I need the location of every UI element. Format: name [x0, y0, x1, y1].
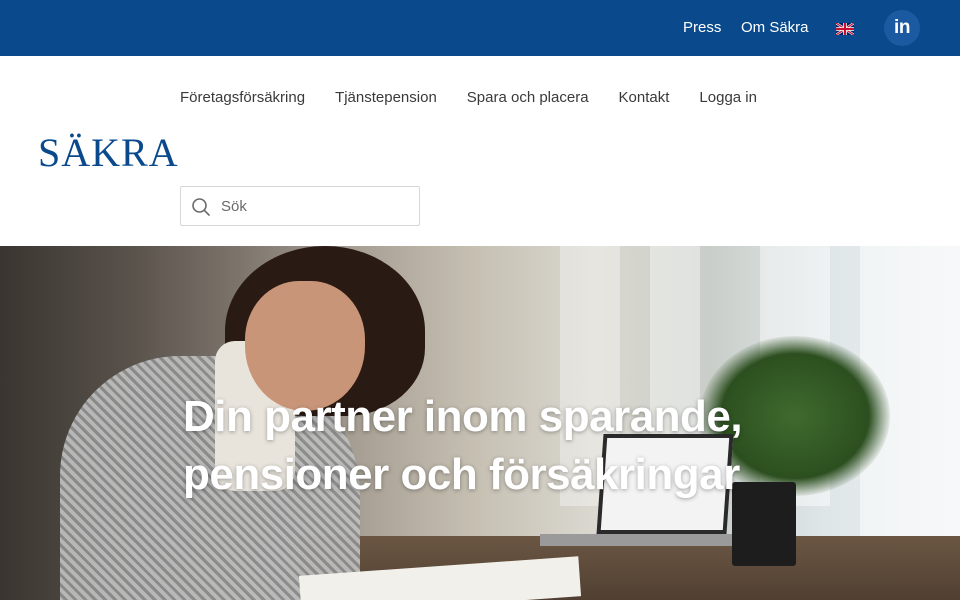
hero-banner: Din partner inom sparande, pensioner och…	[0, 246, 960, 600]
search-box[interactable]	[180, 186, 420, 226]
hero-headline: Din partner inom sparande, pensioner och…	[183, 388, 883, 504]
linkedin-icon: in	[894, 17, 910, 38]
site-header: Företagsförsäkring Tjänstepension Spara …	[0, 56, 960, 246]
om-sakra-link[interactable]: Om Säkra	[741, 18, 809, 38]
main-navigation: Företagsförsäkring Tjänstepension Spara …	[180, 88, 787, 108]
hero-headline-line-1: Din partner inom sparande,	[183, 392, 743, 441]
search-icon	[192, 198, 210, 216]
nav-item-foretagsforsakring[interactable]: Företagsförsäkring	[180, 88, 305, 108]
uk-flag-icon[interactable]	[835, 22, 855, 36]
linkedin-button[interactable]: in	[884, 10, 920, 46]
press-link[interactable]: Press	[683, 18, 721, 38]
hero-laptop-base	[540, 534, 740, 546]
top-utility-bar: Press Om Säkra in	[0, 0, 960, 56]
nav-item-logga-in[interactable]: Logga in	[699, 88, 757, 108]
nav-item-tjanstepension[interactable]: Tjänstepension	[335, 88, 437, 108]
sakra-logo[interactable]: SÄKRA	[38, 131, 179, 175]
hero-headline-line-2: pensioner och försäkringar	[183, 450, 740, 499]
nav-item-kontakt[interactable]: Kontakt	[619, 88, 670, 108]
search-input[interactable]	[221, 187, 411, 225]
nav-item-spara-och-placera[interactable]: Spara och placera	[467, 88, 589, 108]
